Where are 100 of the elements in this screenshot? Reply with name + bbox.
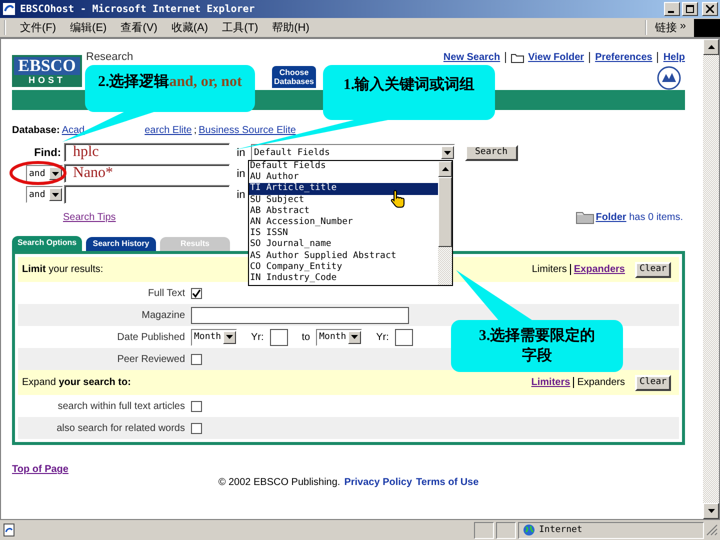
section-title: Limit your results: (22, 264, 104, 275)
field-option[interactable]: CO Company_Entity (249, 262, 438, 273)
clear-button[interactable]: Clear (635, 374, 671, 390)
tab[interactable]: Search Options (12, 236, 82, 251)
checkbox[interactable] (191, 422, 202, 434)
close-button[interactable] (702, 2, 718, 16)
status-pane (474, 522, 494, 538)
footer-link[interactable]: Terms of Use (416, 477, 479, 488)
choose-databases-tab[interactable]: Choose Databases (272, 66, 316, 88)
option-label: search within full text articles (56, 400, 186, 412)
callout-text: 1.输入关键词或词组 (343, 75, 475, 94)
menu-item[interactable]: 帮助(H) (272, 20, 310, 35)
folder-link[interactable]: Folder (596, 212, 626, 222)
maximize-button[interactable] (682, 2, 698, 16)
section-label: Limiters (532, 264, 567, 275)
links-label[interactable]: 链接 (654, 20, 677, 35)
database-link[interactable]: Acad (62, 124, 85, 136)
copyright-text: © 2002 EBSCO Publishing. (218, 477, 340, 488)
hand-pointer-icon (390, 189, 406, 209)
checkmark-icon (192, 288, 201, 298)
scrollbar[interactable] (703, 39, 719, 519)
chevron-button[interactable]: » (680, 20, 686, 35)
caret-icon (52, 192, 59, 196)
year-label: Yr: (251, 332, 264, 342)
field-option[interactable]: AS Author Supplied Abstract (249, 250, 438, 262)
database-link[interactable]: earch Elite (144, 124, 192, 136)
menu-item[interactable]: 文件(F) (20, 20, 56, 35)
ellipse-marker (9, 161, 67, 185)
down-arrow-icon (708, 509, 714, 513)
checkbox[interactable] (191, 354, 202, 364)
emblem-icon (657, 66, 681, 90)
menu-item[interactable]: 编辑(E) (70, 20, 107, 35)
nav-link[interactable]: Help (663, 52, 685, 63)
zone-label: Internet (539, 525, 582, 535)
operator-select[interactable]: and (26, 165, 63, 182)
option-label: Magazine (140, 310, 186, 320)
nav-link[interactable]: Preferences (595, 52, 652, 63)
search-button[interactable]: Search (465, 144, 518, 160)
year-input[interactable] (270, 328, 288, 346)
month-select[interactable]: Month (316, 328, 362, 346)
search-input[interactable]: hplc (64, 143, 230, 162)
tab[interactable]: Search History (86, 237, 156, 251)
section-label: Expanders (577, 377, 625, 388)
up-arrow-icon (708, 45, 714, 49)
year-label: Yr: (376, 332, 389, 342)
nav-link[interactable]: New Search (443, 52, 500, 63)
operator-select[interactable]: and (26, 186, 63, 203)
callout-text: 3.选择需要限定的字段 (478, 326, 596, 366)
field-option[interactable]: IS ISSN (249, 228, 438, 240)
option-label: also search for related words (56, 422, 186, 434)
to-label: to (302, 332, 310, 342)
menu-item[interactable]: 收藏(A) (171, 20, 208, 35)
in-label: in (236, 188, 246, 200)
option-label: Peer Reviewed (116, 354, 186, 364)
checkbox[interactable] (191, 288, 202, 298)
field-option[interactable]: SU Subject (249, 194, 438, 206)
scroll-thumb[interactable] (438, 177, 452, 247)
callout-text: 2.选择逻辑and, or, not (98, 72, 242, 92)
field-option[interactable]: AB Abstract (249, 206, 438, 217)
field-select[interactable]: Default Fields (251, 144, 455, 161)
checkbox[interactable] (191, 400, 202, 412)
nav-link[interactable]: View Folder (528, 52, 584, 63)
magazine-input[interactable] (191, 306, 409, 324)
section-link[interactable]: Limiters (531, 377, 570, 388)
separator-text: ; (194, 124, 197, 136)
section-link[interactable]: Expanders (574, 264, 625, 275)
field-option[interactable]: Default Fields (249, 161, 438, 172)
database-label: Database: (12, 124, 60, 136)
folder-icon (576, 210, 594, 224)
window-title: EBSCOhost - Microsoft Internet Explorer (20, 4, 256, 14)
section-title: Expand your search to: (22, 377, 131, 388)
minimize-button[interactable] (664, 2, 680, 16)
menu-item[interactable]: 查看(V) (120, 20, 158, 35)
globe-icon (523, 524, 535, 536)
field-option[interactable]: AN Accession_Number (249, 216, 438, 228)
search-input[interactable]: Nano* (64, 164, 230, 183)
month-select[interactable]: Month (191, 328, 237, 346)
field-option[interactable]: TI Article_title (249, 183, 438, 195)
up-arrow-icon (442, 167, 448, 171)
footer-link[interactable]: Privacy Policy (344, 477, 412, 488)
field-option[interactable]: AU Author (249, 172, 438, 184)
page-icon (2, 523, 16, 537)
year-input[interactable] (394, 328, 413, 346)
logo-text: EBSCO (14, 57, 80, 75)
maximize-icon (686, 5, 694, 13)
search-tips-link[interactable]: Search Tips (63, 212, 116, 222)
database-link[interactable]: Business Source Elite (198, 124, 296, 136)
field-option[interactable]: SO Journal_name (249, 239, 438, 250)
in-label: in (236, 168, 246, 180)
status-pane (496, 522, 516, 538)
caret-icon (226, 335, 234, 339)
logo-text: HOST (28, 75, 66, 85)
product-name: Research (86, 51, 134, 63)
field-option[interactable]: IN Industry_Code (249, 272, 438, 284)
field-dropdown-list[interactable]: Default Fields AU Author TI Article_title SU Subject AB Abstract AN Accession_Number IS ISSN SO Journal_name AS Author Supplied Abstract CO Company_Entity IN Industry_Code (248, 160, 453, 286)
caret-icon (444, 150, 451, 154)
clear-button[interactable]: Clear (635, 262, 671, 278)
menu-item[interactable]: 工具(T) (222, 20, 258, 35)
find-label: Find: (34, 146, 62, 158)
top-of-page-link[interactable]: Top of Page (12, 464, 68, 475)
